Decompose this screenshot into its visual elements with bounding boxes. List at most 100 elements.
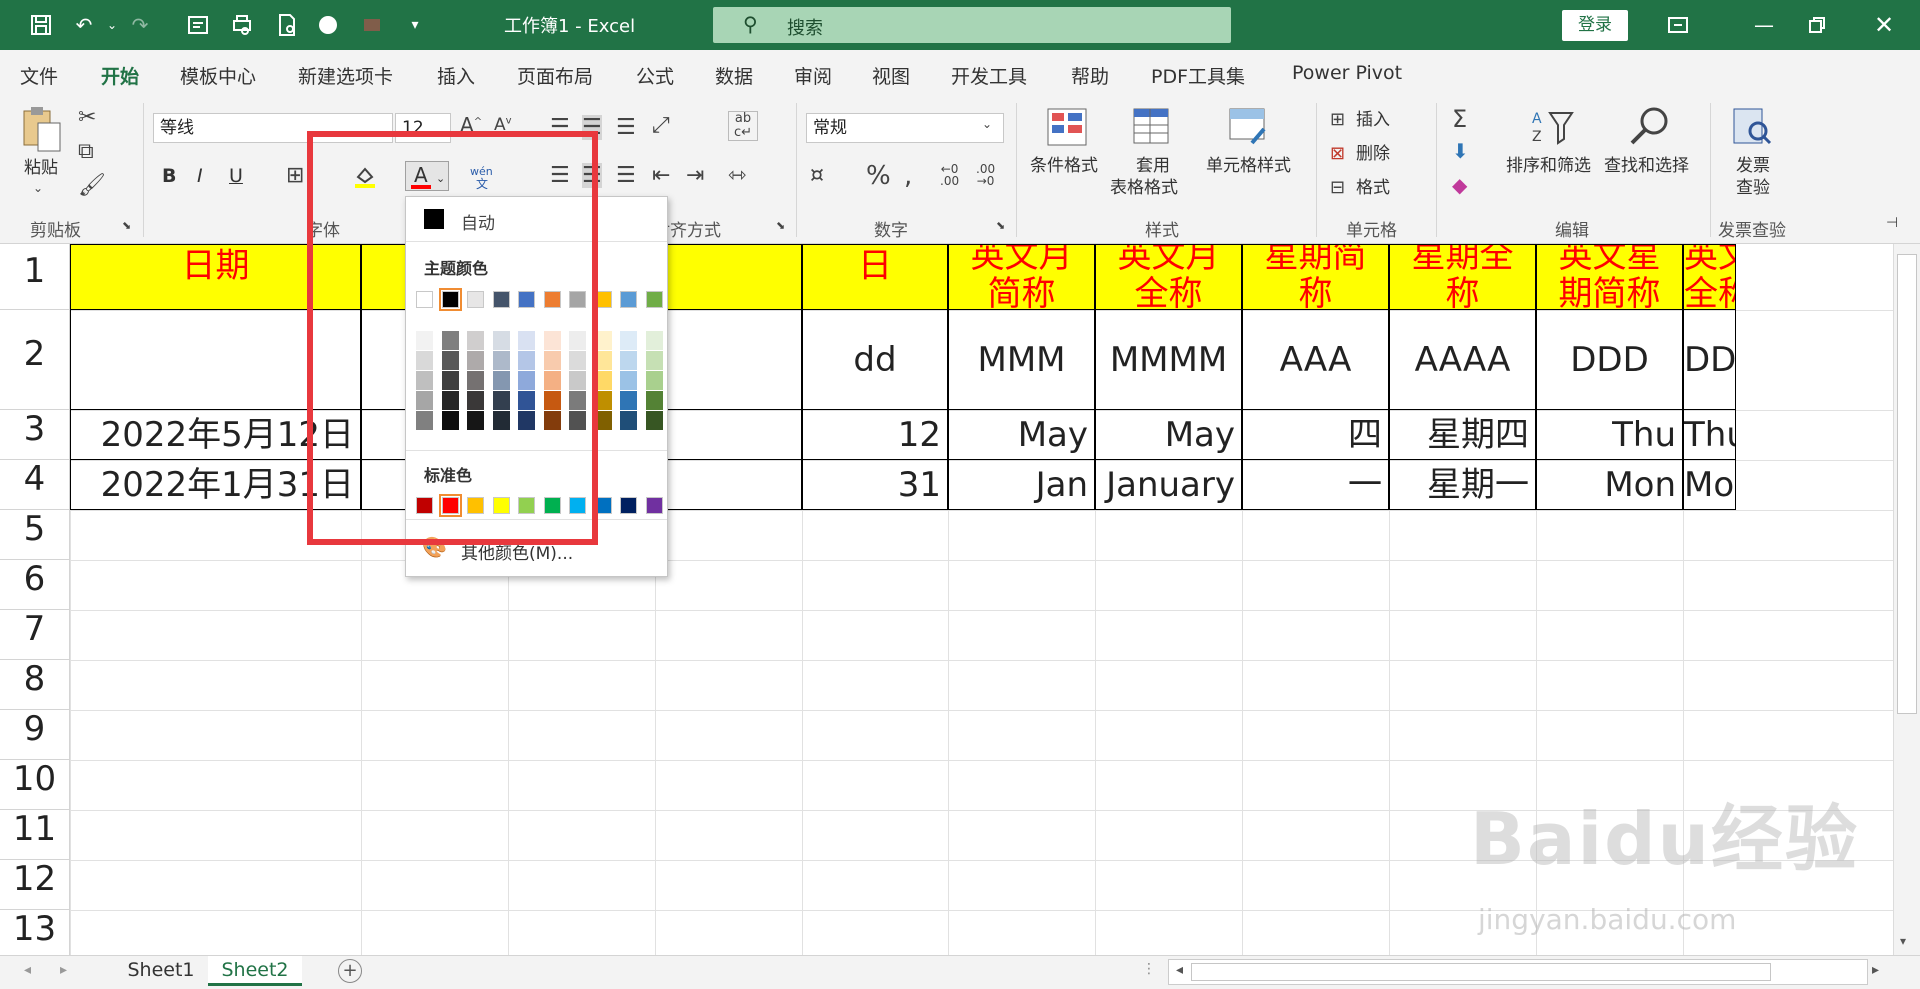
format-cell[interactable] — [655, 310, 802, 410]
close-icon[interactable]: ✕ — [1872, 13, 1896, 37]
format-cell[interactable]: DDDD — [1683, 310, 1736, 410]
data-cell[interactable]: 31 — [802, 460, 948, 510]
comma-icon[interactable]: , — [904, 161, 912, 191]
theme-shade-swatch[interactable] — [645, 391, 663, 410]
scroll-left-icon[interactable]: ◂ — [24, 962, 31, 978]
standard-color-swatch[interactable] — [645, 497, 663, 514]
number-launcher-icon[interactable]: ⬊ — [996, 219, 1005, 232]
undo-icon[interactable]: ↶ — [72, 13, 96, 37]
login-button[interactable]: 登录 — [1562, 10, 1628, 41]
format-as-table-label-1[interactable]: 套用 — [1136, 155, 1170, 177]
hscroll-left-icon[interactable]: ◂ — [1176, 962, 1183, 978]
form-icon[interactable] — [186, 13, 210, 37]
insert-cells-icon[interactable]: ⊞ — [1330, 109, 1345, 130]
format-cells-icon[interactable]: ⊟ — [1330, 177, 1345, 198]
collapse-ribbon-icon[interactable]: ⊣ — [1886, 215, 1898, 231]
tab-new-tab[interactable]: 新建选项卡 — [298, 62, 393, 89]
delete-cells-button[interactable]: 删除 — [1356, 143, 1390, 165]
circle-icon[interactable] — [316, 13, 340, 37]
format-cell[interactable]: dd — [802, 310, 948, 410]
autosum-icon[interactable]: Σ — [1452, 105, 1467, 133]
theme-shade-swatch[interactable] — [620, 391, 637, 410]
find-select-icon[interactable] — [1628, 105, 1672, 149]
data-cell[interactable]: 星期四 — [1389, 410, 1536, 460]
data-cell[interactable]: 星期一 — [1389, 460, 1536, 510]
theme-shade-swatch[interactable] — [645, 371, 663, 390]
fill-icon[interactable]: ⬇ — [1452, 139, 1469, 163]
vertical-scroll-thumb[interactable] — [1897, 254, 1917, 714]
theme-color-swatch[interactable] — [620, 291, 637, 308]
sort-filter-button[interactable]: 排序和筛选 — [1506, 155, 1591, 177]
merge-center-icon[interactable]: ⇿ — [728, 163, 746, 188]
number-format-select[interactable]: 常规 — [806, 113, 1004, 143]
insert-cells-button[interactable]: 插入 — [1356, 109, 1390, 131]
underline-button[interactable]: U — [229, 165, 243, 187]
header-cell[interactable]: 英文星 期简称 — [1536, 244, 1683, 310]
header-cell[interactable]: 星期简称 — [1242, 244, 1389, 310]
tab-file[interactable]: 文件 — [20, 62, 58, 89]
percent-icon[interactable]: % — [866, 161, 891, 191]
format-cell[interactable]: DDD — [1536, 310, 1683, 410]
header-cell[interactable]: 日 — [802, 244, 948, 310]
invoice-check-icon[interactable] — [1730, 107, 1774, 147]
align-bottom-icon[interactable]: ☰ — [616, 115, 636, 140]
undo-dropdown-icon[interactable]: ⌄ — [100, 13, 124, 37]
data-cell[interactable]: May — [1095, 410, 1242, 460]
tab-help[interactable]: 帮助 — [1071, 62, 1109, 89]
theme-shade-swatch[interactable] — [620, 411, 637, 430]
horizontal-scroll-thumb[interactable] — [1191, 963, 1771, 981]
data-cell[interactable] — [655, 460, 802, 510]
data-cell[interactable]: 12 — [802, 410, 948, 460]
data-cell[interactable]: Monday — [1683, 460, 1736, 510]
ribbon-display-icon[interactable] — [1666, 13, 1690, 37]
clear-icon[interactable]: ◆ — [1452, 173, 1467, 197]
data-cell[interactable]: Thursday — [1683, 410, 1736, 460]
pdf-icon[interactable] — [275, 13, 299, 37]
theme-shade-swatch[interactable] — [645, 411, 663, 430]
header-cell[interactable]: 星期全称 — [1389, 244, 1536, 310]
vscroll-down-icon[interactable]: ▾ — [1900, 934, 1906, 948]
more-options-icon[interactable]: ⋮ — [1142, 961, 1156, 977]
data-cell[interactable]: 一 — [1242, 460, 1389, 510]
data-cell[interactable]: 四 — [1242, 410, 1389, 460]
scroll-right-icon[interactable]: ▸ — [60, 962, 67, 978]
tab-review[interactable]: 审阅 — [794, 62, 832, 89]
row-header[interactable]: 2 — [0, 310, 70, 410]
conditional-format-icon[interactable] — [1046, 107, 1088, 147]
format-cell[interactable]: AAA — [1242, 310, 1389, 410]
search-input[interactable]: ⚲ 搜索 — [713, 7, 1231, 43]
alignment-launcher-icon[interactable]: ⬊ — [776, 219, 785, 232]
format-as-table-button[interactable]: 表格格式 — [1110, 177, 1178, 199]
invoice-check-label-1[interactable]: 发票 — [1736, 155, 1770, 177]
data-cell[interactable]: Mon — [1536, 460, 1683, 510]
tab-power-pivot[interactable]: Power Pivot — [1292, 62, 1402, 84]
copy-icon[interactable]: ⧉ — [78, 139, 94, 164]
theme-color-swatch[interactable] — [645, 291, 663, 308]
tab-insert[interactable]: 插入 — [437, 62, 475, 89]
increase-indent-icon[interactable]: ⇥ — [686, 163, 704, 188]
save-icon[interactable] — [29, 13, 53, 37]
orientation-icon[interactable]: ⤢ — [652, 113, 670, 138]
add-sheet-icon[interactable]: + — [338, 959, 362, 983]
decrease-indent-icon[interactable]: ⇤ — [652, 163, 670, 188]
tab-home[interactable]: 开始 — [101, 62, 139, 89]
cut-icon[interactable]: ✂ — [78, 105, 96, 130]
tab-data[interactable]: 数据 — [715, 62, 753, 89]
data-cell[interactable]: Jan — [948, 460, 1095, 510]
tab-template-center[interactable]: 模板中心 — [180, 62, 256, 89]
tab-page-layout[interactable]: 页面布局 — [517, 62, 593, 89]
paste-icon[interactable] — [20, 105, 66, 155]
format-painter-icon[interactable]: 🖌 — [78, 173, 106, 198]
restore-icon[interactable] — [1805, 13, 1829, 37]
print-preview-icon[interactable] — [230, 13, 254, 37]
theme-shade-swatch[interactable] — [620, 331, 637, 350]
tab-pdf-tools[interactable]: PDF工具集 — [1151, 62, 1245, 89]
minimize-icon[interactable]: — — [1752, 13, 1776, 37]
invoice-check-button[interactable]: 查验 — [1736, 177, 1770, 199]
number-format-dropdown-icon[interactable]: ⌄ — [982, 117, 992, 131]
italic-button[interactable]: I — [197, 165, 203, 187]
standard-color-swatch[interactable] — [620, 497, 637, 514]
vertical-scrollbar[interactable]: ▾ — [1893, 244, 1920, 955]
clipboard-launcher-icon[interactable]: ⬊ — [122, 219, 131, 232]
theme-shade-swatch[interactable] — [620, 351, 637, 370]
